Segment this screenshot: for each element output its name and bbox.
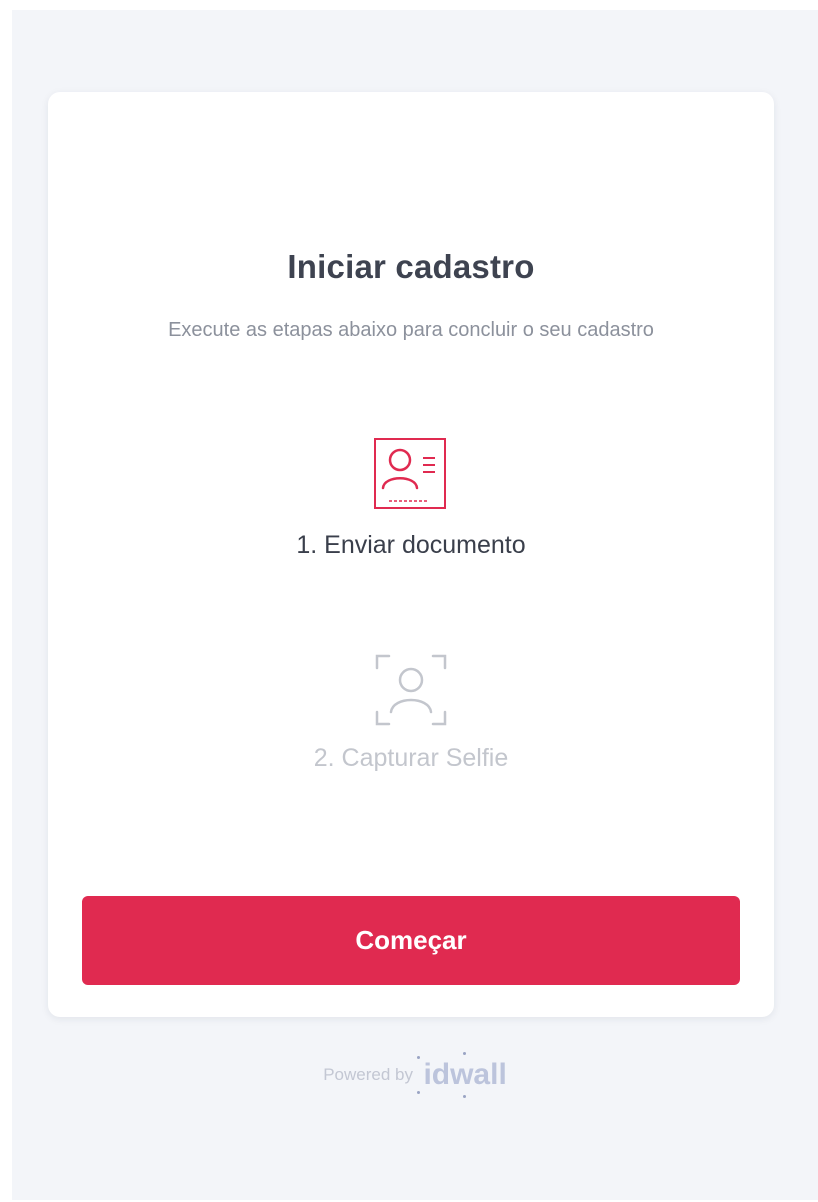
logo-dot: [463, 1095, 467, 1098]
step-send-document: 1. Enviar documento: [48, 437, 774, 560]
id-card-icon: [374, 438, 446, 509]
brand-name: idwall: [423, 1058, 507, 1091]
page-subtitle: Execute as etapas abaixo para concluir o…: [168, 319, 654, 341]
powered-by-footer: Powered by idwall: [12, 1052, 818, 1098]
step-label: 2. Capturar Selfie: [313, 744, 509, 772]
page-title: Iniciar cadastro: [287, 248, 535, 285]
idwall-logo: idwall: [417, 1052, 507, 1098]
onboarding-card: Iniciar cadastro Execute as etapas abaix…: [48, 92, 774, 1017]
face-scan-icon: [375, 654, 447, 726]
logo-dot: [463, 1052, 467, 1055]
powered-by-label: Powered by: [323, 1065, 413, 1084]
step-capture-selfie: 2. Capturar Selfie: [48, 650, 774, 773]
start-button[interactable]: Começar: [82, 896, 740, 985]
step-label: 1. Enviar documento: [296, 531, 526, 559]
page-background: Iniciar cadastro Execute as etapas abaix…: [12, 10, 818, 1200]
logo-dot: [417, 1056, 421, 1059]
logo-dot: [417, 1091, 421, 1094]
